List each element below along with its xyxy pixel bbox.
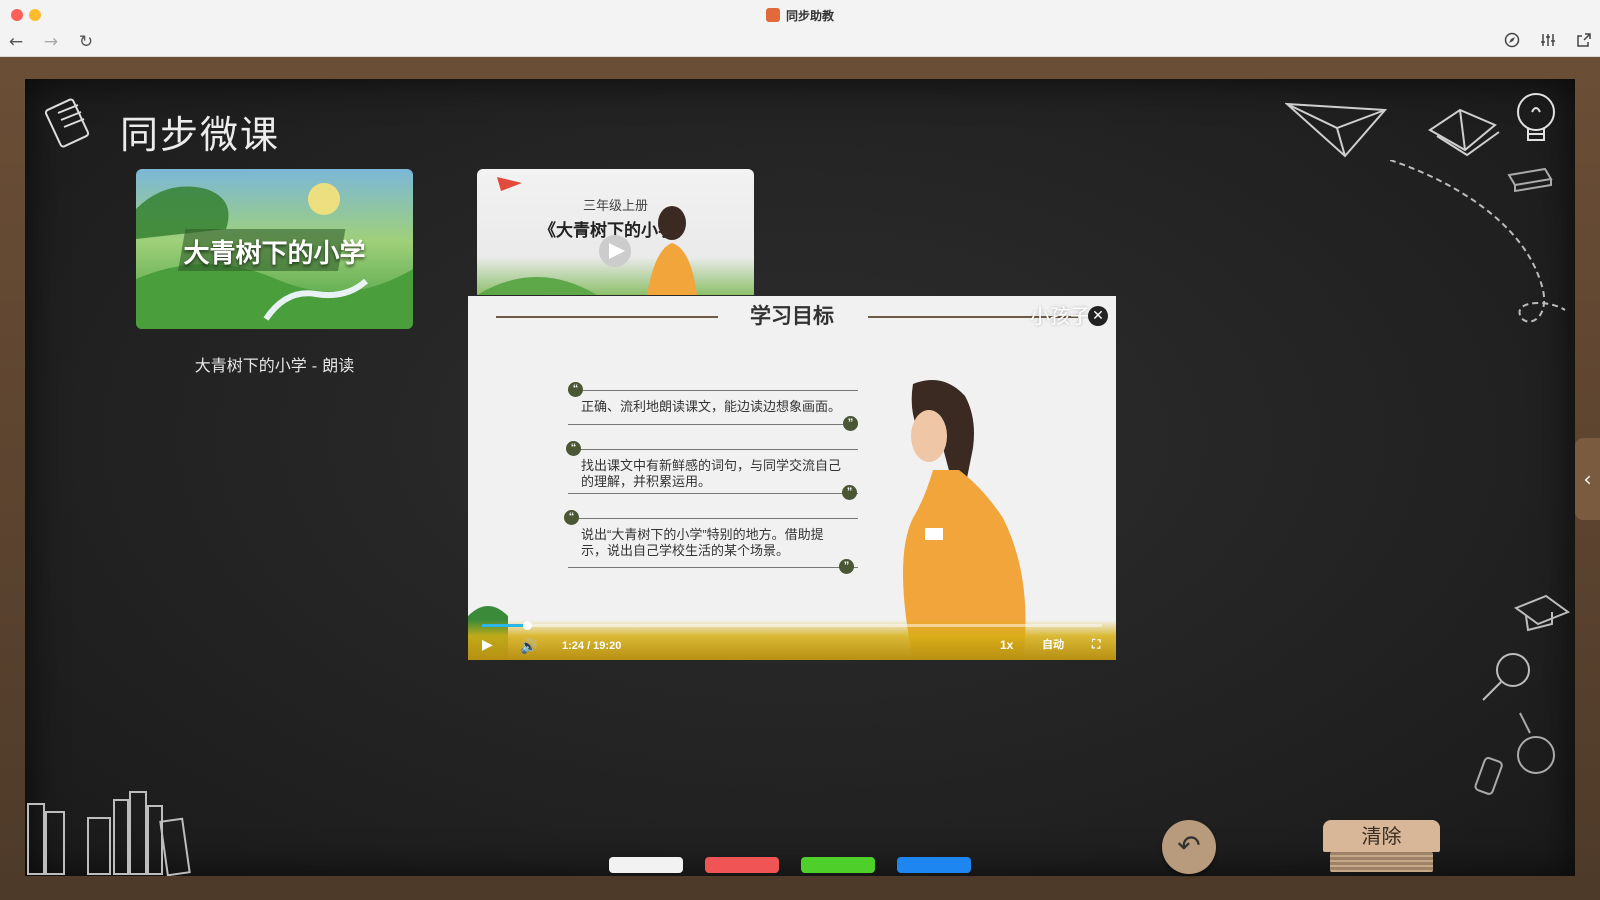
goal-2-bottom-line [568,493,858,494]
progress-fill [482,624,527,627]
popout-icon[interactable] [1574,32,1594,52]
side-panel-toggle[interactable]: ‹ [1575,438,1600,520]
pen-blue[interactable] [897,857,971,873]
sliders-icon[interactable] [1538,32,1558,52]
brand-watermark: 小孩子 [1030,306,1090,328]
volume-icon[interactable]: 🔊 [520,639,537,655]
goal-1-bottom-line [568,424,858,425]
player-controls: ▶ 🔊 1:24 / 19:20 1x 自动 ⛶ [468,620,1116,660]
app-icon [765,8,780,22]
goal-3: 说出“大青树下的小学”特别的地方。借助提示，说出自己学校生活的某个场景。 [581,527,824,558]
card-1-caption[interactable]: 大青树下的小学 - 朗读 [136,352,413,376]
goal-3-bottom-line [568,567,858,568]
magnifier-icon [1482,653,1530,701]
undo-button[interactable]: ↶ [1162,820,1216,874]
compass-icon[interactable] [1502,32,1522,52]
pen-green[interactable] [801,857,875,873]
forward-arrow-icon[interactable]: → [41,32,61,52]
play-icon[interactable]: ▶ [482,637,493,653]
goal-1: 正确、流利地朗读课文，能边读边想象画面。 [581,399,842,414]
lab-flask-icon [1474,712,1555,795]
quote-close-icon: ” [839,559,854,574]
goal-2: 找出课文中有新鲜感的词句，与同学交流自己的理解，并积累运用。 [581,458,842,489]
quote-open-icon: “ [564,510,579,525]
goal-3-top-line [568,518,858,519]
pen-red[interactable] [705,857,779,873]
close-player-button[interactable]: ✕ [1088,306,1108,326]
teacher-figure [903,380,1026,660]
progress-bar[interactable] [482,621,1102,630]
progress-knob[interactable] [522,621,532,630]
goal-1-top-line [568,390,858,391]
browser-toolbar: ← → ↻ [0,28,1600,57]
bookshelf-icon [27,791,191,876]
speed-button[interactable]: 1x [1000,638,1013,652]
lightbulb-icon [1517,93,1555,141]
quote-close-icon: ” [843,416,858,431]
eraser-base [1330,852,1433,872]
clear-button[interactable]: 清除 [1323,820,1440,852]
card-2-decor [477,177,697,295]
page-title: 同步微课 [120,113,281,157]
goal-2-top-line [568,449,858,450]
back-arrow-icon[interactable]: ← [6,32,26,52]
quote-close-icon: ” [842,485,857,500]
video-card-2[interactable]: 三年级上册 《大青树下的小学》 [477,169,754,295]
card-1-thumb-text: 大青树下的小学 [183,239,366,269]
window-title: 同步助教 [0,7,1600,24]
fullscreen-icon[interactable]: ⛶ [1092,637,1100,652]
quote-open-icon: “ [568,382,583,397]
video-player[interactable]: 学习目标 小孩子 ✕ “ 正确、流利地朗读课文，能边读边想象画面。 ” “ 找出… [468,296,1116,660]
book-stack-icon [1507,167,1553,193]
reload-icon[interactable]: ↻ [76,32,96,52]
books-icon [1428,108,1500,157]
quote-open-icon: “ [566,441,581,456]
notebook-icon [44,98,90,148]
player-heading: 学习目标 [750,305,834,328]
video-card-1[interactable]: 大青树下的小学 [136,169,413,329]
paper-plane-icon [1285,102,1388,158]
title-bar: 同步助教 [0,0,1600,28]
graduation-cap-icon [1513,594,1571,632]
pen-white[interactable] [609,857,683,873]
time-display: 1:24 / 19:20 [562,640,622,652]
undo-icon: ↶ [1177,829,1201,862]
quality-button[interactable]: 自动 [1042,636,1064,652]
